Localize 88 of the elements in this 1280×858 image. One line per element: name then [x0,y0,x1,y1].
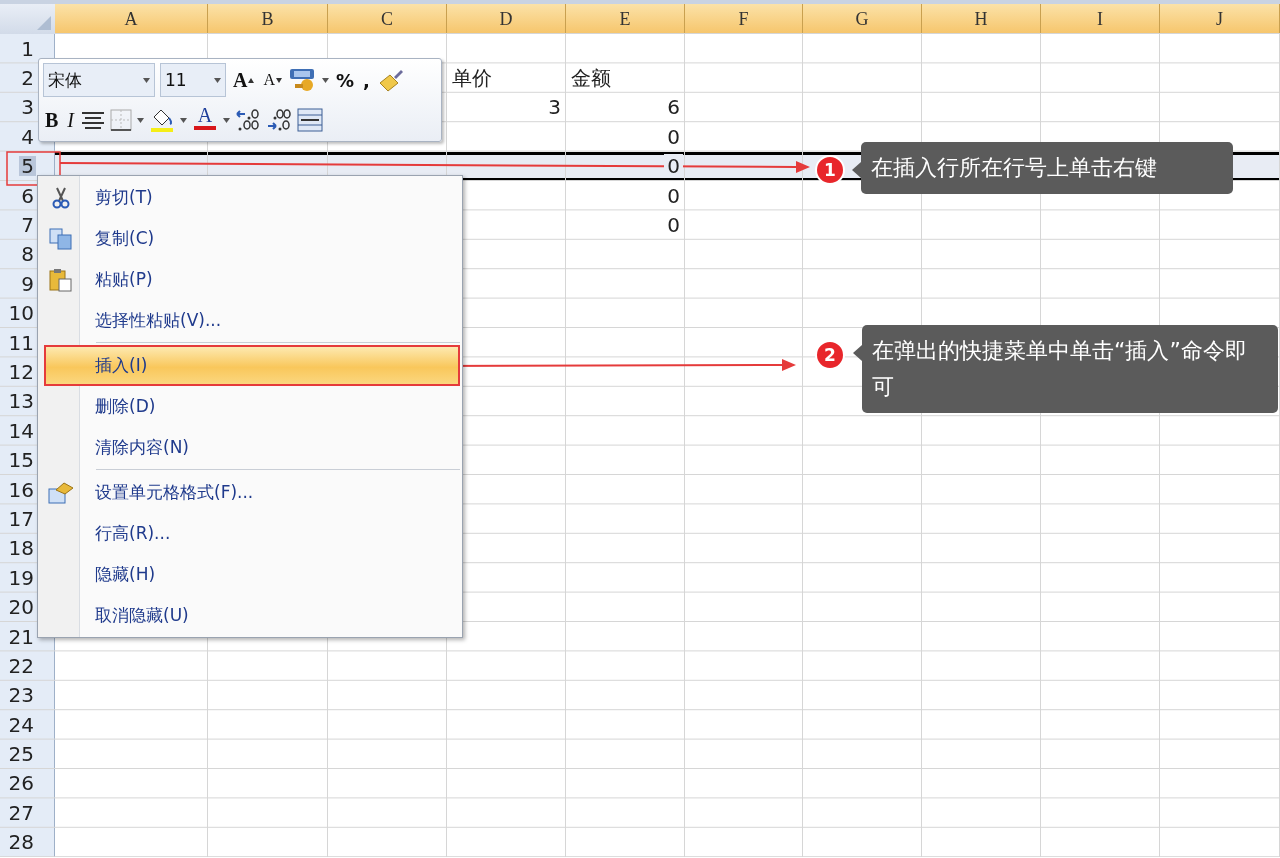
row-header[interactable]: 4 [19,126,36,147]
grow-font-button[interactable]: A [231,65,257,95]
cell-text: 3 [548,95,561,120]
row-header[interactable]: 2 [19,68,36,89]
row-header[interactable]: 5 [19,156,36,177]
row-header[interactable]: 21 [6,626,36,647]
border-icon[interactable] [110,109,132,131]
bold-button[interactable]: B [43,105,61,135]
row-header[interactable]: 26 [6,773,36,794]
row-header[interactable]: 12 [6,362,36,382]
cell-text: 0 [667,213,680,238]
column-header[interactable]: D [447,4,566,34]
row-header[interactable]: 9 [19,273,36,294]
menu-item[interactable]: 删除(D) [40,386,460,427]
row-header[interactable]: 20 [6,597,36,618]
menu-item[interactable]: 取消隐藏(U) [40,595,460,636]
caret-icon[interactable] [214,77,221,83]
caret-icon[interactable] [180,117,187,123]
paste-icon [49,267,73,292]
copy-icon [49,227,73,250]
row-header[interactable]: 16 [6,479,36,500]
row-header[interactable]: 17 [6,508,36,529]
column-header[interactable]: F [685,4,803,34]
caret-icon [276,77,282,83]
step-number-badge: 2 [815,340,845,370]
row-header[interactable]: 23 [6,685,36,706]
center-align-icon[interactable] [81,110,105,130]
row-header[interactable]: 13 [6,391,36,412]
column-header[interactable]: C [328,4,447,34]
cell-text: 6 [667,95,680,120]
cell-text: 单价 [452,64,492,92]
menu-item[interactable]: 隐藏(H) [40,554,460,595]
row-header[interactable]: 27 [6,802,36,823]
column-header[interactable]: B [208,4,328,34]
menu-item[interactable]: 粘贴(P) [40,259,460,300]
menu-item[interactable]: 行高(R)... [40,513,460,554]
row-header[interactable]: 1 [19,38,36,59]
menu-item[interactable]: 清除内容(N) [40,427,460,468]
row-header[interactable]: 11 [6,332,36,353]
row-header[interactable]: 6 [19,185,36,206]
caret-icon[interactable] [322,77,329,83]
callout: 在插入行所在行号上单击右键 [852,142,1233,194]
format-button[interactable]: , [361,65,372,95]
caret-icon[interactable] [137,117,144,123]
caret-icon[interactable] [143,77,150,83]
money-icon[interactable] [289,67,317,93]
column-header[interactable]: G [803,4,922,34]
row-header[interactable]: 10 [6,303,36,324]
merge-cells-icon[interactable] [297,108,323,132]
fill-color-icon[interactable] [149,107,175,133]
column-header[interactable]: A [55,4,208,34]
column-header[interactable]: H [922,4,1041,34]
scissors-icon [52,186,70,209]
row-header[interactable]: 8 [19,244,36,265]
increase-decimal-icon[interactable] [235,107,261,133]
cell-text: 0 [667,183,680,208]
triangle-icon [37,16,51,30]
menu-item[interactable]: 剪切(T) [40,177,460,218]
row-header[interactable]: 24 [6,714,36,735]
row-header[interactable]: 28 [6,832,36,853]
row-header[interactable]: 19 [6,567,36,588]
format-cells-icon [48,481,74,504]
menu-item[interactable]: 复制(C) [40,218,460,259]
row-header[interactable]: 7 [19,215,36,236]
callout: 在弹出的快捷菜单中单击“插入”命令即可 [853,325,1278,413]
menu-item[interactable]: 选择性粘贴(V)... [40,300,460,341]
cell-text: 金额 [571,64,611,92]
font-size-dropdown[interactable]: 11 [160,63,226,97]
column-header[interactable]: I [1041,4,1160,34]
row-header[interactable]: 25 [6,744,36,765]
callout-pointer [853,345,862,361]
column-header[interactable]: E [566,4,685,34]
caret-icon[interactable] [223,117,230,123]
row-header[interactable]: 18 [6,538,36,559]
column-header[interactable]: J [1160,4,1280,34]
row-header[interactable]: 22 [6,655,36,676]
font-color-button[interactable]: A [192,105,218,135]
caret-icon [248,77,255,83]
row-header[interactable]: 14 [6,420,36,441]
cell-text: 0 [667,124,680,149]
callout-pointer [852,162,861,178]
row-header[interactable]: 3 [19,97,36,118]
shrink-font-button[interactable]: A [261,65,284,95]
row-header[interactable]: 15 [6,450,36,471]
font-dropdown[interactable]: 宋体 [43,63,155,97]
decrease-decimal-icon[interactable] [266,107,292,133]
italic-button[interactable]: I [65,105,76,135]
format-button[interactable]: % [334,65,357,95]
